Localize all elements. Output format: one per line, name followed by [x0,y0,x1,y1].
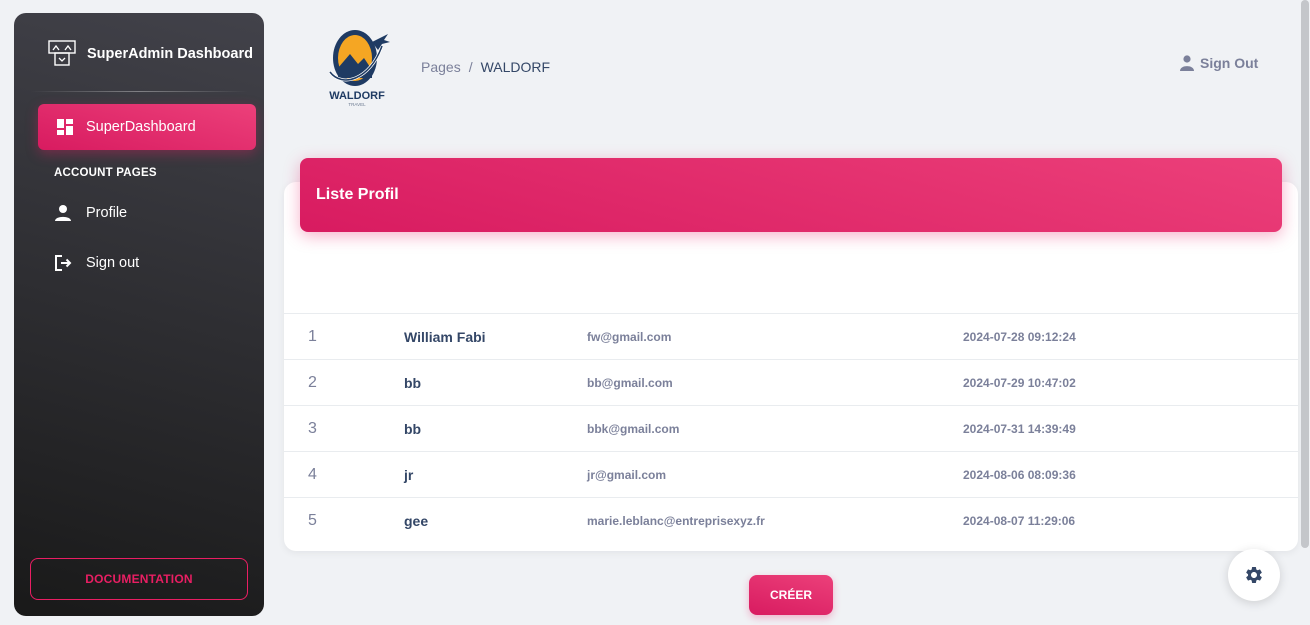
brand[interactable]: SuperAdmin Dashboard [47,39,253,69]
card-header: Liste Profil [300,158,1282,232]
waldorf-travel-logo-icon: WALDORF TRAVEL [328,30,390,107]
person-icon [1180,55,1194,71]
brand-title: SuperAdmin Dashboard [87,46,253,62]
sidebar-item-superdashboard[interactable]: SuperDashboard [38,104,256,150]
dashboard-logo-icon [48,40,76,66]
row-number: 3 [308,420,317,437]
account-pages-heading: ACCOUNT PAGES [54,167,157,179]
row-email: fw@gmail.com [587,330,672,344]
sidebar-item-profile[interactable]: Profile [54,204,127,222]
row-email: marie.leblanc@entreprisexyz.fr [587,514,765,528]
row-name: bb [404,375,422,391]
row-number: 5 [308,512,317,529]
sidebar-item-label: Sign out [86,255,140,271]
logo-text: WALDORF [329,90,385,102]
card-title: Liste Profil [316,186,399,203]
breadcrumb-root[interactable]: Pages [421,59,461,75]
row-date: 2024-07-31 14:39:49 [963,422,1076,436]
sidebar-item-signout[interactable]: Sign out [54,254,139,272]
header-signout-button[interactable]: Sign Out [1180,55,1258,71]
row-name: jr [404,467,414,483]
row-date: 2024-07-28 09:12:24 [963,330,1076,344]
breadcrumb-separator: / [468,59,473,75]
row-name: gee [404,513,429,529]
breadcrumb-current: WALDORF [480,59,551,75]
row-name: bb [404,421,422,437]
create-button[interactable]: CRÉER [749,575,833,615]
dashboard-icon [57,119,73,135]
row-number: 2 [308,374,317,391]
breadcrumb: Pages / WALDORF [421,59,550,75]
row-name: William Fabi [404,329,486,345]
gear-icon [1246,567,1262,583]
row-number: 4 [308,466,317,483]
sidebar-item-label: SuperDashboard [86,119,196,135]
row-email: jr@gmail.com [587,468,667,482]
person-icon [55,205,71,221]
sidebar-item-label: Profile [86,205,128,221]
sidebar-divider [30,91,248,92]
sidebar: SuperAdmin Dashboard SuperDashboard ACCO… [14,13,264,616]
table-row[interactable]: 4 jr jr@gmail.com 2024-08-06 08:09:36 [284,451,1298,497]
row-email: bb@gmail.com [587,376,673,390]
settings-button[interactable] [1228,549,1280,601]
row-date: 2024-07-29 10:47:02 [963,376,1076,390]
row-date: 2024-08-07 11:29:06 [963,514,1076,528]
waldorf-logo: WALDORF TRAVEL [322,28,392,108]
profile-table: 1 William Fabi fw@gmail.com 2024-07-28 0… [284,313,1298,543]
signout-label: Sign Out [1200,55,1259,71]
documentation-button[interactable]: DOCUMENTATION [30,558,248,600]
table-row[interactable]: 2 bb bb@gmail.com 2024-07-29 10:47:02 [284,359,1298,405]
page-scrollbar[interactable] [1301,0,1309,548]
table-row[interactable]: 3 bb bbk@gmail.com 2024-07-31 14:39:49 [284,405,1298,451]
logo-subtext: TRAVEL [348,102,366,107]
table-row[interactable]: 5 gee marie.leblanc@entreprisexyz.fr 202… [284,497,1298,543]
row-number: 1 [308,328,317,345]
table-row[interactable]: 1 William Fabi fw@gmail.com 2024-07-28 0… [284,313,1298,359]
row-email: bbk@gmail.com [587,422,680,436]
logout-icon [55,255,72,271]
row-date: 2024-08-06 08:09:36 [963,468,1076,482]
